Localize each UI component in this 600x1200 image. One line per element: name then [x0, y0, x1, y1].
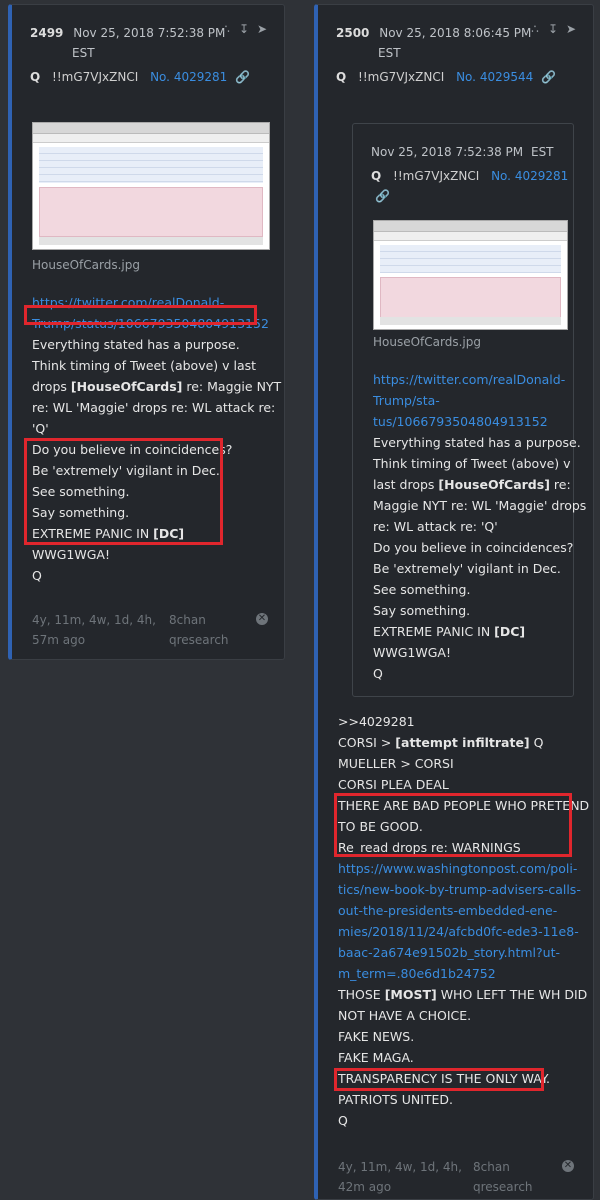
link-icon[interactable]: 🔗 [541, 70, 556, 84]
post-text-line: Q [32, 568, 42, 583]
post-text-line: WWG1WGA! [373, 645, 451, 660]
post-text-line: re: WL 'Maggie' drops re: WL attack re: [32, 400, 276, 415]
post-text-line: Be 'extremely' vigilant in Dec. [373, 561, 561, 576]
post-timezone: EST [378, 46, 401, 60]
download-icon[interactable]: ↧ [238, 23, 250, 35]
post-source: 8chan qresearch [473, 1160, 533, 1194]
quoted-author-row: Q !!mG7VJxZNCI No. 4029281 🔗 [371, 166, 573, 206]
link-icon[interactable]: 🔗 [235, 70, 250, 84]
post-timezone: EST [72, 46, 95, 60]
post-text-line: Q [373, 666, 383, 681]
post-text-line: FAKE NEWS. [338, 1029, 415, 1044]
post-text-line: 'Q' [32, 421, 49, 436]
post-text-line: CORSI > [attempt infiltrate] Q [338, 735, 544, 750]
post-text-line: EXTREME PANIC IN [DC] [373, 624, 526, 639]
author-name: Q [336, 70, 347, 84]
close-icon[interactable]: ✕ [562, 1160, 574, 1172]
post-text-line: See something. [373, 582, 471, 597]
author-name: Q [371, 169, 382, 183]
post-text-line: Do you believe in coincidences? [373, 540, 574, 555]
post-source: 8chan qresearch [169, 613, 229, 647]
quoted-date: Nov 25, 2018 7:52:38 PM [371, 145, 524, 159]
post-text-line: WWG1WGA! [32, 547, 110, 562]
quoted-post: Nov 25, 2018 7:52:38 PM EST Q !!mG7VJxZN… [352, 123, 586, 697]
post-text-line: Think timing of Tweet (above) v last [32, 358, 257, 373]
post-header: 2499 Nov 25, 2018 7:52:38 PM ∴ ↧ ➤ EST Q… [30, 23, 274, 87]
post-age: 4y, 11m, 4w, 1d, 4h, 57m ago [32, 613, 156, 647]
quoted-body: https://twitter.com/realDonald- Trump/sta… [373, 369, 586, 684]
share-icon[interactable]: ∴ [220, 23, 232, 35]
post-text-line: Q [338, 1113, 348, 1128]
post-author-row: Q !!mG7VJxZNCI No. 4029281 🔗 [30, 67, 274, 87]
post-text-line: FAKE MAGA. [338, 1050, 414, 1065]
post-text-line: NOT HAVE A CHOICE. [338, 1008, 472, 1023]
post-actions: ∴ ↧ ➤ [529, 23, 577, 35]
post-number: 2500 [336, 26, 370, 40]
post-text-line: Say something. [373, 603, 471, 618]
post-link-line[interactable]: baac-2a674e91502b_story.html?ut- [338, 942, 589, 963]
post-link-line[interactable]: https://www.washingtonpost.com/poli- [338, 858, 589, 879]
post-link-line[interactable]: mies/2018/11/24/afcbd0fc-ede3-11e8- [338, 921, 589, 942]
download-icon[interactable]: ↧ [547, 23, 559, 35]
post-number: 2499 [30, 26, 64, 40]
post-text-line: Everything stated has a purpose. [32, 337, 240, 352]
post-date: Nov 25, 2018 8:06:45 PM [379, 26, 532, 40]
author-name: Q [30, 70, 41, 84]
highlight-box [334, 793, 572, 857]
post-link-line[interactable]: tus/1066793504804913152 [373, 411, 586, 432]
post-text-line: THOSE [MOST] WHO LEFT THE WH DID [338, 987, 588, 1002]
post-no-link[interactable]: No. 4029281 [491, 169, 568, 183]
post-link-line[interactable]: Trump/sta- [373, 390, 586, 411]
post-text-line: last drops [HouseOfCards] re: [373, 477, 571, 492]
forward-icon[interactable]: ➤ [256, 23, 268, 35]
post-text-line: MUELLER > CORSI [338, 756, 454, 771]
tripcode: !!mG7VJxZNCI [393, 169, 480, 183]
post-link-line[interactable]: https://twitter.com/realDonald- [373, 369, 586, 390]
post-text-line: PATRIOTS UNITED. [338, 1092, 454, 1107]
post-card-2499: 2499 Nov 25, 2018 7:52:38 PM ∴ ↧ ➤ EST Q… [8, 4, 285, 660]
highlight-box [24, 305, 257, 325]
image-filename[interactable]: HouseOfCards.jpg [32, 258, 140, 272]
post-age: 4y, 11m, 4w, 1d, 4h, 42m ago [338, 1160, 462, 1194]
post-actions: ∴ ↧ ➤ [220, 23, 268, 35]
post-text-line: Everything stated has a purpose. [373, 435, 581, 450]
post-link-line[interactable]: m_term=.80e6d1b24752 [338, 963, 589, 984]
link-icon[interactable]: 🔗 [375, 189, 390, 203]
post-link-line[interactable]: tics/new-book-by-trump-advisers-calls- [338, 879, 589, 900]
post-text-line: CORSI PLEA DEAL [338, 777, 449, 792]
post-date: Nov 25, 2018 7:52:38 PM [73, 26, 226, 40]
post-text-line: Think timing of Tweet (above) v [373, 456, 571, 471]
post-text-line: re: WL attack re: 'Q' [373, 519, 498, 534]
post-text-line: Maggie NYT re: WL 'Maggie' drops [373, 498, 587, 513]
tripcode: !!mG7VJxZNCI [358, 70, 445, 84]
post-header: 2500 Nov 25, 2018 8:06:45 PM ∴ ↧ ➤ EST Q… [336, 23, 583, 87]
highlight-box [334, 1068, 544, 1091]
forward-icon[interactable]: ➤ [565, 23, 577, 35]
post-text-line: >>4029281 [338, 714, 415, 729]
share-icon[interactable]: ∴ [529, 23, 541, 35]
post-no-link[interactable]: No. 4029281 [150, 70, 227, 84]
post-image-thumbnail[interactable] [373, 220, 568, 330]
post-no-link[interactable]: No. 4029544 [456, 70, 533, 84]
highlight-box [24, 438, 223, 545]
post-link-line[interactable]: out-the-presidents-embedded-ene- [338, 900, 589, 921]
post-author-row: Q !!mG7VJxZNCI No. 4029544 🔗 [336, 67, 583, 87]
post-image-thumbnail[interactable] [32, 122, 270, 250]
post-text-line: drops [HouseOfCards] re: Maggie NYT [32, 379, 282, 394]
tripcode: !!mG7VJxZNCI [52, 70, 139, 84]
image-filename[interactable]: HouseOfCards.jpg [373, 335, 481, 349]
close-icon[interactable]: ✕ [256, 613, 268, 625]
post-card-2500: 2500 Nov 25, 2018 8:06:45 PM ∴ ↧ ➤ EST Q… [314, 4, 594, 1200]
quoted-header: Nov 25, 2018 7:52:38 PM EST Q !!mG7VJxZN… [371, 142, 573, 206]
quoted-timezone: EST [530, 145, 554, 159]
